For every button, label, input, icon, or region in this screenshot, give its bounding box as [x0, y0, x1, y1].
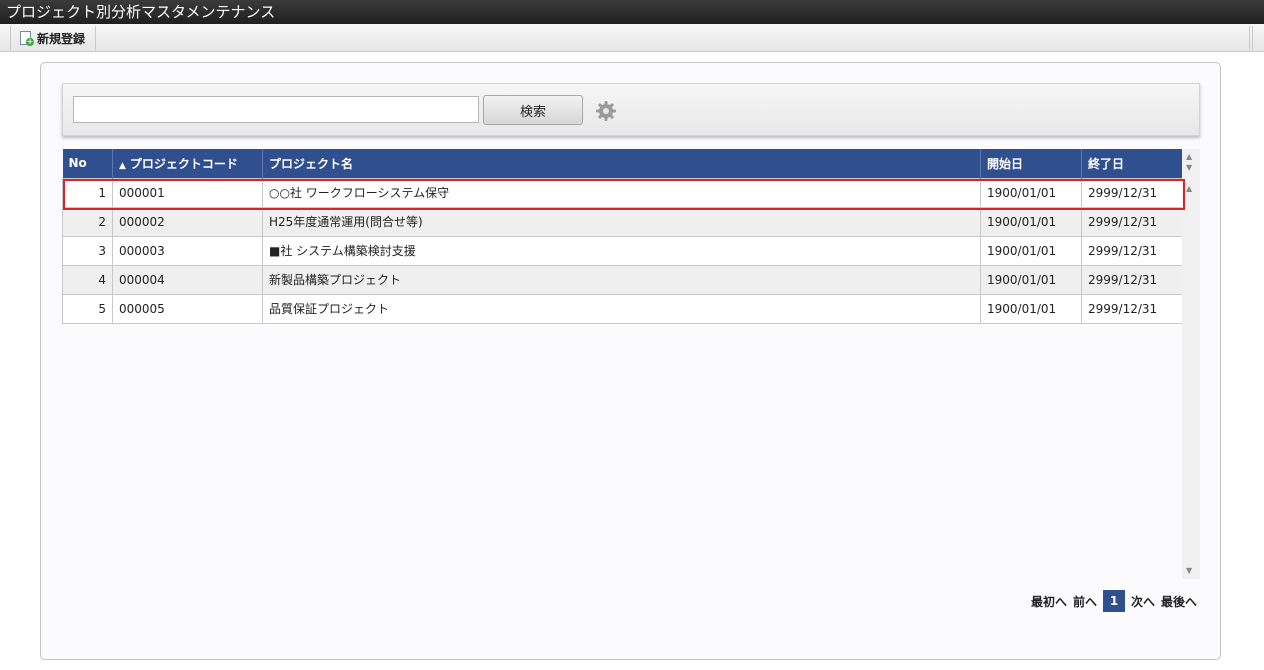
document-add-icon: + [20, 30, 34, 46]
scroll-down-icon[interactable]: ▼ [1186, 164, 1192, 172]
gear-icon[interactable] [595, 100, 617, 122]
search-bar: 検索 [62, 83, 1200, 136]
cell-start-date: 1900/01/01 [980, 206, 1082, 237]
pager-prev-link[interactable]: 前へ [1073, 593, 1097, 610]
cell-end-date: 2999/12/31 [1081, 264, 1183, 295]
pager-current-page[interactable]: 1 [1103, 590, 1126, 612]
search-button[interactable]: 検索 [483, 95, 583, 125]
cell-project-name: ■社 システム構築検討支援 [262, 235, 981, 266]
column-header-start-date[interactable]: 開始日 [980, 149, 1082, 178]
pager-first-link[interactable]: 最初へ [1031, 593, 1067, 610]
cell-project-name: ○○社 ワークフローシステム保守 [262, 177, 981, 208]
pager: 最初へ 前へ 1 次へ 最後へ [1031, 590, 1197, 612]
pager-next-link[interactable]: 次へ [1131, 593, 1155, 610]
column-header-label: プロジェクトコード [129, 156, 238, 171]
table-row[interactable]: 2 000002 H25年度通常運用(問合せ等) 1900/01/01 2999… [62, 206, 1183, 237]
toolbar: + 新規登録 [0, 24, 1264, 52]
content-panel: 検索 No ▲ プロジェクトコード プロジェクト名 開始日 終了日 1 0000… [40, 62, 1221, 660]
project-table: No ▲ プロジェクトコード プロジェクト名 開始日 終了日 1 000001 ○… [62, 149, 1183, 324]
table-scrollbar[interactable]: ▲ ▼ ▲ ▼ [1182, 149, 1200, 579]
cell-no: 2 [62, 206, 113, 237]
cell-start-date: 1900/01/01 [980, 235, 1082, 266]
cell-no: 4 [62, 264, 113, 295]
toolbar-separator [1249, 26, 1250, 50]
window-title: プロジェクト別分析マスタメンテナンス [0, 0, 1264, 24]
cell-start-date: 1900/01/01 [980, 264, 1082, 295]
table-row[interactable]: 3 000003 ■社 システム構築検討支援 1900/01/01 2999/1… [62, 235, 1183, 266]
column-header-project-code[interactable]: ▲ プロジェクトコード [112, 149, 263, 178]
cell-project-code: 000002 [112, 206, 263, 237]
table-row[interactable]: 1 000001 ○○社 ワークフローシステム保守 1900/01/01 299… [62, 177, 1183, 208]
column-header-end-date[interactable]: 終了日 [1081, 149, 1183, 178]
new-register-label: 新規登録 [37, 31, 86, 46]
toolbar-separator [10, 26, 11, 50]
table-row[interactable]: 5 000005 品質保証プロジェクト 1900/01/01 2999/12/3… [62, 293, 1183, 324]
cell-project-code: 000001 [112, 177, 263, 208]
cell-project-name: 新製品構築プロジェクト [262, 264, 981, 295]
scroll-up-icon[interactable]: ▲ [1186, 153, 1192, 161]
pager-last-link[interactable]: 最後へ [1161, 593, 1197, 610]
cell-end-date: 2999/12/31 [1081, 293, 1183, 324]
scroll-up-icon[interactable]: ▲ [1186, 185, 1192, 193]
cell-end-date: 2999/12/31 [1081, 177, 1183, 208]
cell-project-code: 000003 [112, 235, 263, 266]
cell-end-date: 2999/12/31 [1081, 235, 1183, 266]
toolbar-separator [1252, 26, 1253, 50]
cell-end-date: 2999/12/31 [1081, 206, 1183, 237]
column-header-no[interactable]: No [62, 149, 113, 178]
cell-no: 5 [62, 293, 113, 324]
sort-asc-icon: ▲ [119, 160, 126, 171]
cell-project-code: 000004 [112, 264, 263, 295]
cell-project-name: H25年度通常運用(問合せ等) [262, 206, 981, 237]
cell-project-code: 000005 [112, 293, 263, 324]
cell-start-date: 1900/01/01 [980, 177, 1082, 208]
column-header-project-name[interactable]: プロジェクト名 [262, 149, 981, 178]
search-input[interactable] [73, 96, 479, 123]
new-register-button[interactable]: + 新規登録 [14, 26, 97, 50]
table-row[interactable]: 4 000004 新製品構築プロジェクト 1900/01/01 2999/12/… [62, 264, 1183, 295]
cell-no: 3 [62, 235, 113, 266]
scroll-down-icon[interactable]: ▼ [1186, 567, 1192, 575]
cell-start-date: 1900/01/01 [980, 293, 1082, 324]
table-header-row: No ▲ プロジェクトコード プロジェクト名 開始日 終了日 [62, 149, 1183, 178]
cell-project-name: 品質保証プロジェクト [262, 293, 981, 324]
cell-no: 1 [62, 177, 113, 208]
